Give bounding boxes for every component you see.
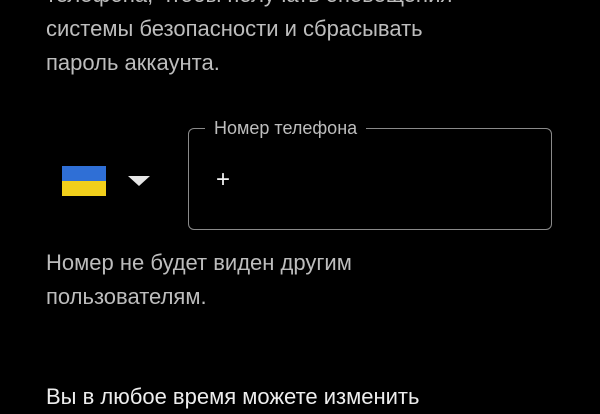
caret-down-icon bbox=[128, 176, 150, 186]
flag-yellow-stripe bbox=[62, 181, 106, 196]
hint-line: пользователям. bbox=[46, 284, 207, 309]
phone-number-field[interactable]: Номер телефона + bbox=[188, 116, 552, 230]
intro-text: телефона, чтобы получать оповещения сист… bbox=[46, 0, 566, 80]
intro-line: системы безопасности и сбрасывать bbox=[46, 16, 423, 41]
phone-field-label: Номер телефона bbox=[205, 116, 367, 140]
intro-line: телефона, чтобы получать оповещения bbox=[46, 0, 566, 12]
phone-field-value[interactable]: + bbox=[216, 166, 230, 194]
country-code-picker[interactable] bbox=[62, 160, 162, 202]
footer-text: Вы в любое время можете изменить bbox=[46, 384, 420, 409]
intro-line: пароль аккаунта. bbox=[46, 50, 220, 75]
ukraine-flag-icon bbox=[62, 166, 106, 196]
privacy-hint: Номер не будет виден другим пользователя… bbox=[46, 246, 566, 314]
hint-line: Номер не будет виден другим bbox=[46, 250, 352, 275]
flag-blue-stripe bbox=[62, 166, 106, 181]
